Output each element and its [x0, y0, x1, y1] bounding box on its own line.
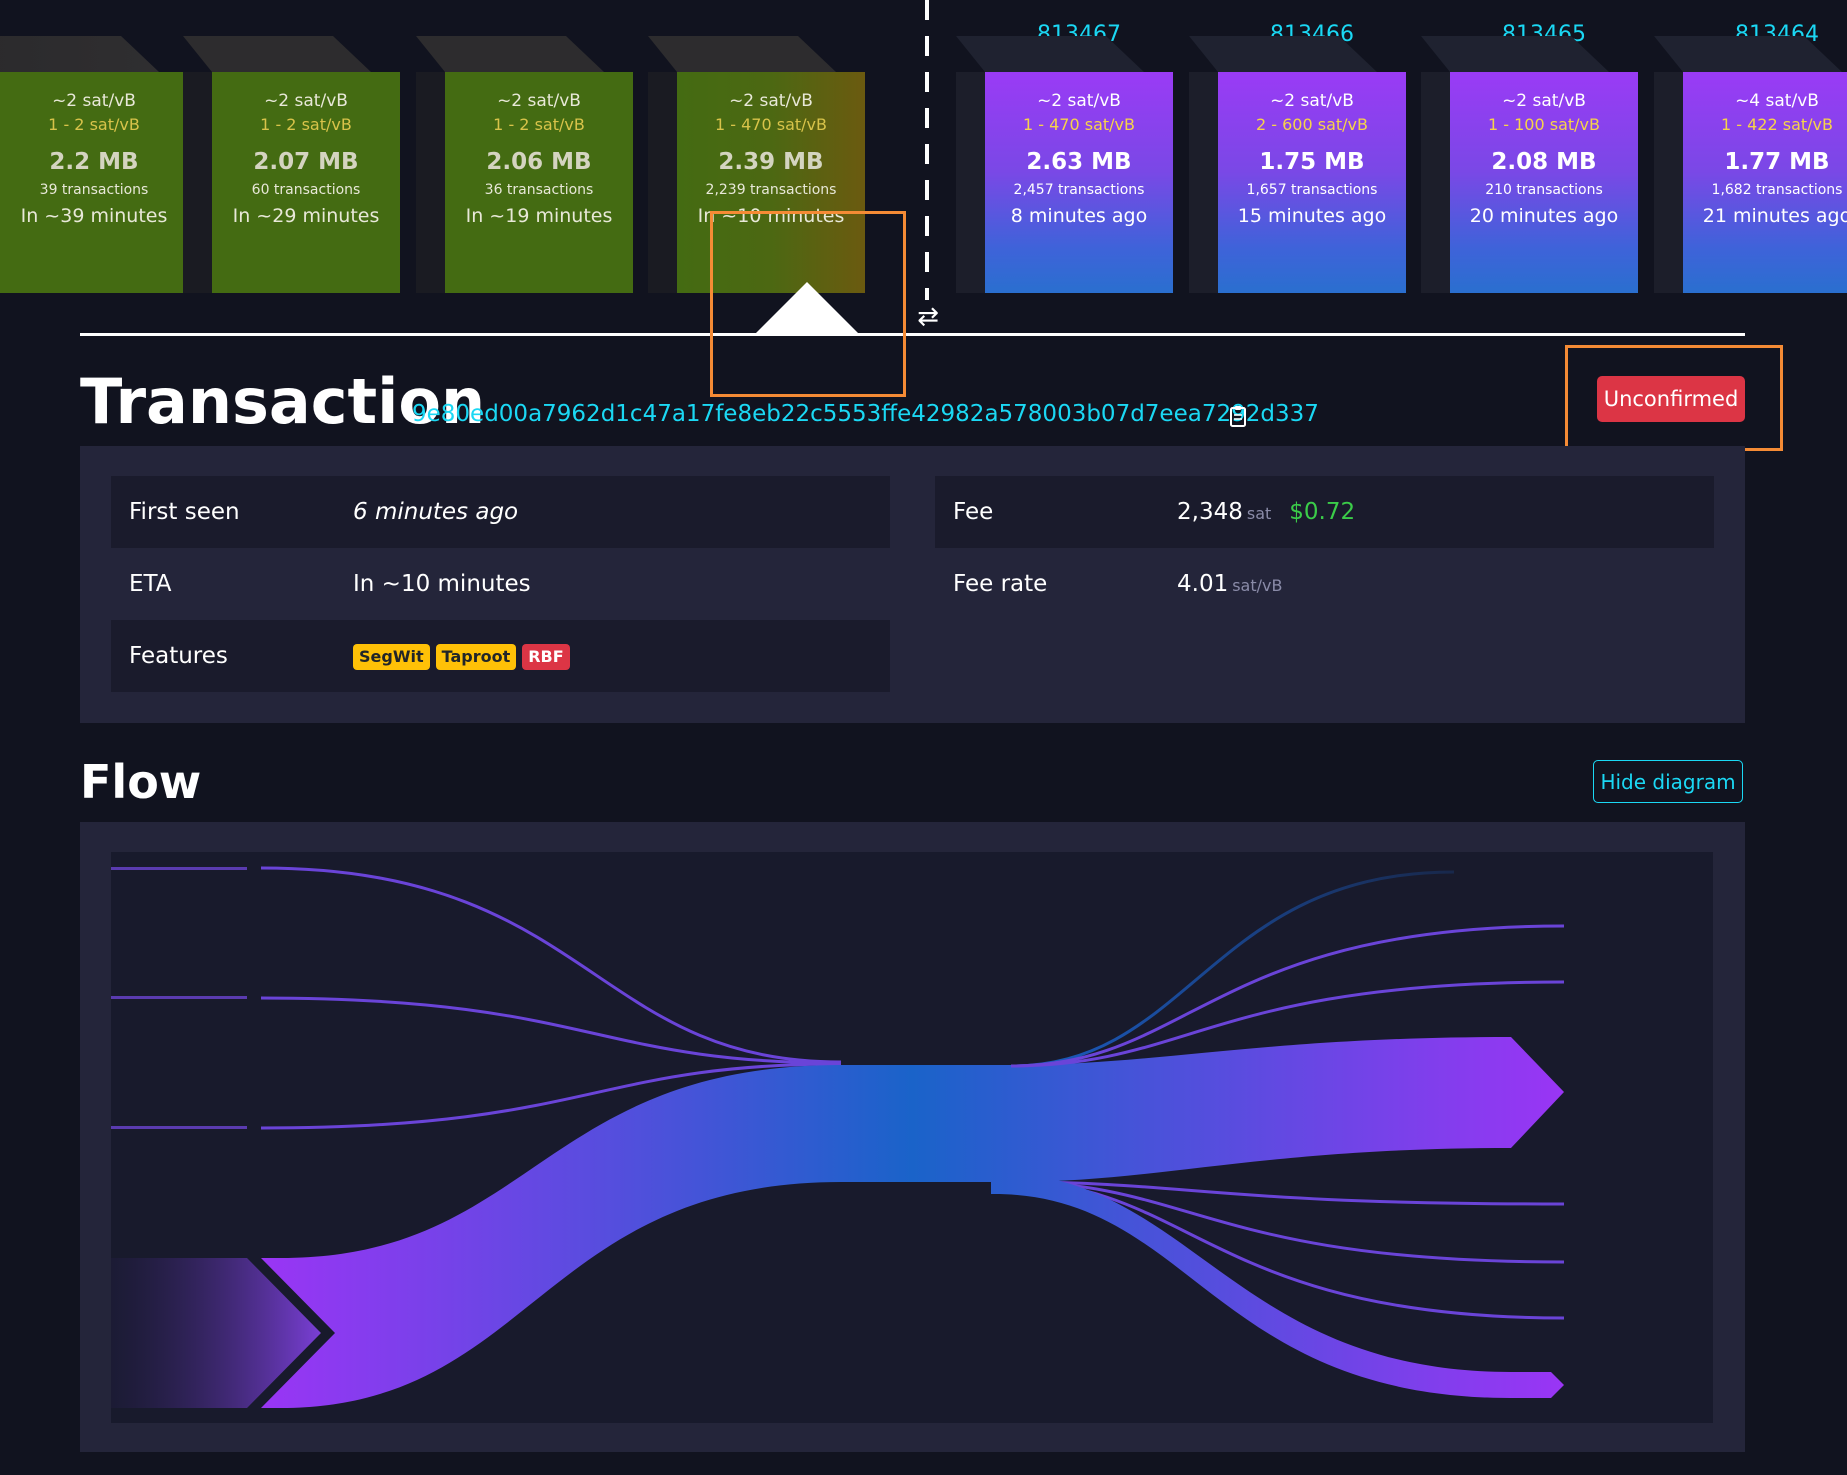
status-badge: Unconfirmed	[1597, 376, 1745, 422]
first-seen-row: First seen 6 minutes ago	[111, 476, 890, 548]
block-tx-count: 2,239 transactions	[705, 182, 837, 198]
block-age: 8 minutes ago	[1010, 205, 1148, 227]
block-fee-range: 1 - 422 sat/vB	[1721, 115, 1833, 134]
transaction-details-panel: First seen 6 minutes ago ETA In ~10 minu…	[80, 446, 1745, 723]
block-eta: In ~19 minutes	[465, 205, 613, 227]
fee-rate-value: 4.01	[1177, 571, 1229, 597]
input-stub	[111, 996, 247, 999]
features-badges: SegWit Taproot RBF	[353, 620, 576, 692]
block-tx-count: 210 transactions	[1485, 182, 1603, 198]
block-median-fee: ~2 sat/vB	[1502, 91, 1586, 111]
fee-value-group: 2,348 sat $0.72	[1177, 476, 1355, 550]
blockchain-baseline	[80, 333, 1745, 336]
fee-rate-value-group: 4.01 sat/vB	[1177, 548, 1282, 622]
first-seen-label: First seen	[129, 499, 240, 525]
mined-block[interactable]: 813467 ~2 sat/vB 1 - 470 sat/vB 2.63 MB …	[956, 22, 1173, 303]
block-size: 1.77 MB	[1724, 149, 1830, 175]
highlight-box-block	[710, 211, 906, 397]
mempool-block[interactable]: ~2 sat/vB 1 - 2 sat/vB 2.2 MB 39 transac…	[0, 36, 188, 303]
block-median-fee: ~2 sat/vB	[1037, 91, 1121, 111]
block-median-fee: ~2 sat/vB	[264, 91, 348, 111]
eta-row: ETA In ~10 minutes	[111, 548, 890, 620]
block-fee-range: 2 - 600 sat/vB	[1256, 115, 1368, 134]
mined-block[interactable]: 813464 ~4 sat/vB 1 - 422 sat/vB 1.77 MB …	[1654, 22, 1847, 303]
block-median-fee: ~2 sat/vB	[52, 91, 136, 111]
block-fee-range: 1 - 2 sat/vB	[48, 115, 140, 134]
clipboard-icon[interactable]	[1230, 405, 1248, 427]
mempool-divider	[925, 0, 929, 300]
block-median-fee: ~2 sat/vB	[497, 91, 581, 111]
flow-heading: Flow	[80, 755, 202, 809]
features-label: Features	[129, 643, 228, 669]
mined-block[interactable]: 813465 ~2 sat/vB 1 - 100 sat/vB 2.08 MB …	[1421, 22, 1638, 303]
first-seen-value: 6 minutes ago	[353, 499, 519, 525]
block-size: 2.39 MB	[718, 149, 824, 175]
eta-value: In ~10 minutes	[353, 571, 531, 597]
block-age: 20 minutes ago	[1469, 205, 1619, 227]
block-size: 2.06 MB	[486, 149, 592, 175]
mined-block[interactable]: 813466 ~2 sat/vB 2 - 600 sat/vB 1.75 MB …	[1189, 22, 1406, 303]
block-eta: In ~39 minutes	[20, 205, 168, 227]
fee-unit: sat	[1246, 504, 1272, 523]
block-fee-range: 1 - 2 sat/vB	[260, 115, 352, 134]
block-tx-count: 39 transactions	[39, 182, 149, 198]
block-size: 1.75 MB	[1259, 149, 1365, 175]
block-size: 2.07 MB	[253, 149, 359, 175]
fee-value: 2,348	[1177, 499, 1243, 525]
block-size: 2.08 MB	[1491, 149, 1597, 175]
hide-diagram-button[interactable]: Hide diagram	[1593, 760, 1743, 803]
output-flow-7[interactable]	[991, 1172, 1564, 1398]
input-flow-1[interactable]	[260, 866, 842, 1064]
input-stub	[111, 1126, 247, 1129]
block-median-fee: ~2 sat/vB	[1270, 91, 1354, 111]
block-tx-count: 60 transactions	[251, 182, 361, 198]
fee-rate-unit: sat/vB	[1232, 576, 1283, 595]
mempool-block[interactable]: ~2 sat/vB 1 - 2 sat/vB 2.07 MB 60 transa…	[183, 36, 400, 303]
block-tx-count: 1,657 transactions	[1246, 182, 1378, 198]
fee-rate-row: Fee rate 4.01 sat/vB	[935, 548, 1714, 620]
blockchain-strip: ~2 sat/vB 1 - 2 sat/vB 2.2 MB 39 transac…	[0, 0, 1847, 332]
flow-diagram[interactable]	[111, 852, 1713, 1423]
block-tx-count: 1,682 transactions	[1711, 182, 1843, 198]
block-fee-range: 1 - 470 sat/vB	[715, 115, 827, 134]
flow-diagram-area	[111, 852, 1713, 1423]
block-tx-count: 36 transactions	[484, 182, 594, 198]
block-eta: In ~29 minutes	[232, 205, 380, 227]
block-size: 2.63 MB	[1026, 149, 1132, 175]
output-flow-1[interactable]	[1010, 870, 1455, 1068]
transaction-id-link[interactable]: 9e80ed00a7962d1c47a17fe8eb22c5553ffe4298…	[412, 401, 1319, 427]
block-fee-range: 1 - 100 sat/vB	[1488, 115, 1600, 134]
feature-badge-segwit[interactable]: SegWit	[353, 643, 430, 670]
block-median-fee: ~4 sat/vB	[1735, 91, 1819, 111]
block-tx-count: 2,457 transactions	[1013, 182, 1145, 198]
fee-rate-label: Fee rate	[953, 571, 1048, 597]
fee-usd: $0.72	[1289, 499, 1356, 525]
eta-label: ETA	[129, 571, 172, 597]
block-median-fee: ~2 sat/vB	[729, 91, 813, 111]
block-age: 15 minutes ago	[1237, 205, 1387, 227]
block-fee-range: 1 - 2 sat/vB	[493, 115, 585, 134]
fee-row: Fee 2,348 sat $0.72	[935, 476, 1714, 548]
block-fee-range: 1 - 470 sat/vB	[1023, 115, 1135, 134]
features-row: Features SegWit Taproot RBF	[111, 620, 890, 692]
block-age: 21 minutes ago	[1702, 205, 1847, 227]
input-stub	[111, 867, 247, 870]
swap-direction-icon[interactable]: ⇄	[916, 302, 940, 332]
feature-badge-rbf[interactable]: RBF	[522, 643, 570, 670]
feature-badge-taproot[interactable]: Taproot	[435, 643, 517, 670]
fee-label: Fee	[953, 499, 994, 525]
mempool-block[interactable]: ~2 sat/vB 1 - 2 sat/vB 2.06 MB 36 transa…	[416, 36, 633, 303]
block-size: 2.2 MB	[49, 149, 139, 175]
